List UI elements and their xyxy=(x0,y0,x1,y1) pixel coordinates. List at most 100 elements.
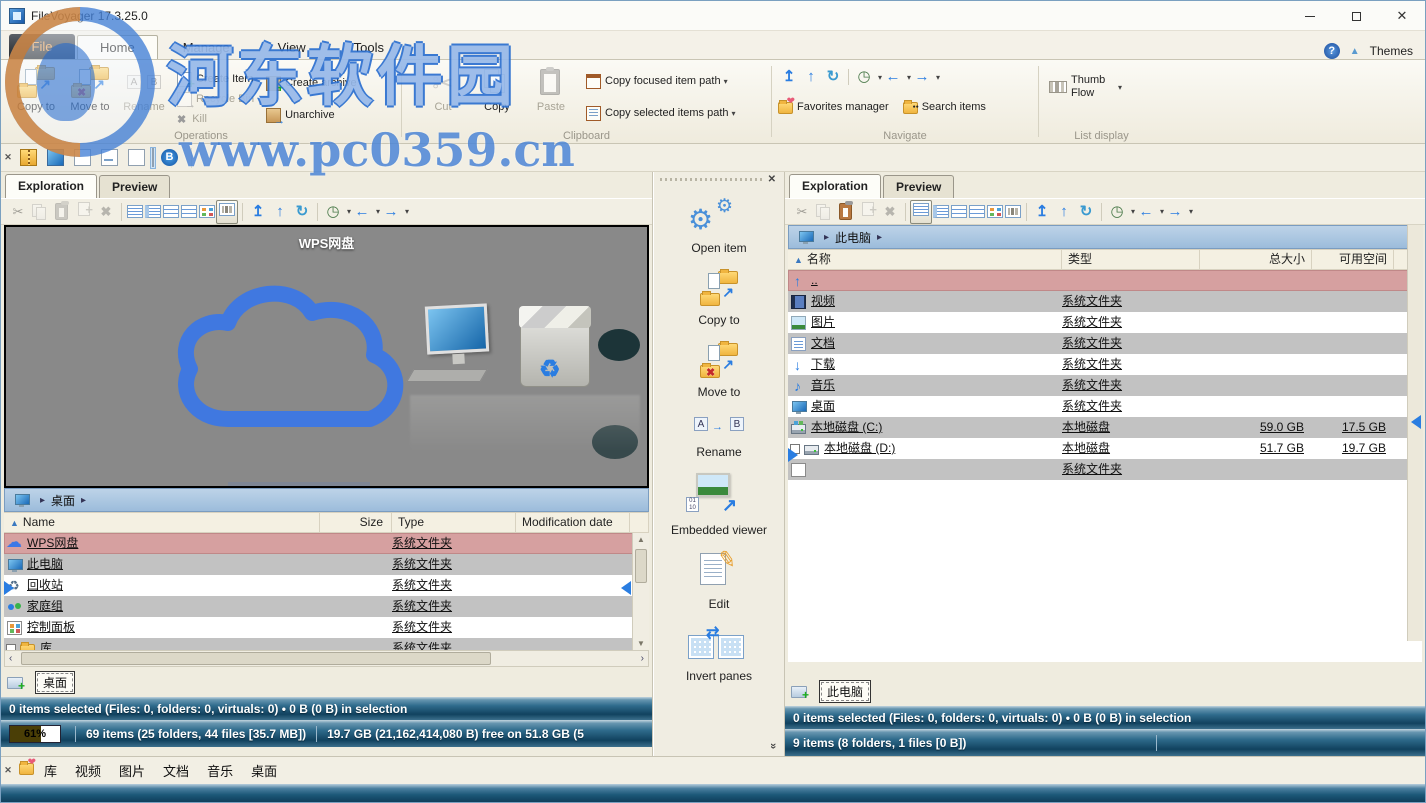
collapse-ribbon-icon[interactable]: ▲ xyxy=(1350,46,1360,57)
cut-button[interactable]: ✂ Cut xyxy=(416,65,470,123)
close-favorites-bar-button[interactable]: ✕ xyxy=(1,765,15,776)
refresh-button[interactable]: ↻ xyxy=(822,67,844,87)
left-breadcrumb[interactable]: ▸ 桌面 ▸ xyxy=(4,488,649,512)
move-to-button-mid[interactable]: ✖↗ Move to xyxy=(654,341,784,399)
right-go-up-button[interactable]: ↑ xyxy=(1053,202,1075,222)
item-name-link[interactable]: 家庭组 xyxy=(27,596,63,617)
left-splitter-arrow-left[interactable] xyxy=(621,581,631,595)
paste-special-icon[interactable] xyxy=(74,202,94,222)
favorite-link-videos[interactable]: 视频 xyxy=(75,761,101,780)
paste-icon[interactable] xyxy=(52,202,72,222)
favorite-link-music[interactable]: 音乐 xyxy=(207,761,233,780)
right-splitter-arrow-right[interactable] xyxy=(788,448,798,462)
item-name-link[interactable]: 本地磁盘 (C:) xyxy=(811,417,882,438)
mail-icon[interactable] xyxy=(101,149,118,166)
item-name-link[interactable]: 本地磁盘 (D:) xyxy=(824,438,895,459)
favorite-link-desktop[interactable]: 桌面 xyxy=(251,761,277,780)
recycle-bin-button[interactable]: Recycle Bin xyxy=(177,89,254,109)
item-name-link[interactable]: 桌面 xyxy=(811,396,835,417)
left-go-top-button[interactable]: ↥ xyxy=(247,202,269,222)
forward-button[interactable]: → xyxy=(911,67,933,87)
column-header-type[interactable]: Type xyxy=(392,513,516,532)
copy-button[interactable]: Copy xyxy=(470,65,524,123)
item-type-link[interactable]: 系统文件夹 xyxy=(1062,312,1122,333)
item-type-link[interactable]: 系统文件夹 xyxy=(1062,354,1122,375)
close-quickbar-button[interactable]: ✕ xyxy=(1,152,15,163)
view-tiles-icon[interactable] xyxy=(199,205,215,218)
table-row[interactable]: 下载 系统文件夹 xyxy=(788,354,1422,375)
tab-view[interactable]: View xyxy=(255,35,329,59)
delete-icon[interactable]: ✖ xyxy=(96,202,116,222)
invert-panes-button[interactable]: ⇄ Invert panes xyxy=(654,625,784,683)
item-type-link[interactable]: 本地磁盘 xyxy=(1062,417,1110,438)
left-back-button[interactable]: ← xyxy=(351,202,373,222)
right-pane-gutter[interactable] xyxy=(1407,225,1423,641)
column-header-free-space[interactable]: 可用空间 xyxy=(1312,250,1394,269)
item-name-link[interactable]: 下载 xyxy=(811,354,835,375)
view-icons-icon[interactable] xyxy=(163,205,179,218)
favorite-link-pictures[interactable]: 图片 xyxy=(119,761,145,780)
left-refresh-button[interactable]: ↻ xyxy=(291,202,313,222)
maximize-button[interactable] xyxy=(1333,1,1379,31)
right-go-top-button[interactable]: ↥ xyxy=(1031,202,1053,222)
help-icon[interactable]: ? xyxy=(1324,43,1340,59)
rename-button[interactable]: AB Rename xyxy=(117,65,171,129)
right-collapse-arrow[interactable] xyxy=(1411,415,1421,429)
item-name-link[interactable]: 回收站 xyxy=(27,575,63,596)
table-row[interactable]: 此电脑系统文件夹 xyxy=(4,554,633,575)
file-menu-button[interactable]: File xyxy=(9,34,75,59)
table-row[interactable]: .. xyxy=(788,270,1422,291)
thumb-flow-button[interactable]: Thumb Flow ▾ xyxy=(1039,77,1164,97)
left-forward-button[interactable]: → xyxy=(380,202,402,222)
column-header-modification-date[interactable]: Modification date xyxy=(516,513,630,532)
item-type-link[interactable]: 本地磁盘 xyxy=(1062,438,1110,459)
table-row[interactable]: 家庭组 系统文件夹 xyxy=(4,596,633,617)
view-small-icons-icon[interactable] xyxy=(181,205,197,218)
table-row[interactable]: 音乐系统文件夹 xyxy=(788,375,1422,396)
copy-icon[interactable] xyxy=(30,202,50,222)
item-type-link[interactable]: 系统文件夹 xyxy=(392,596,452,617)
table-row[interactable]: 视频系统文件夹 xyxy=(788,291,1422,312)
right-breadcrumb[interactable]: ▸ 此电脑 ▸ xyxy=(788,225,1422,249)
right-refresh-button[interactable]: ↻ xyxy=(1075,202,1097,222)
right-tab-exploration[interactable]: Exploration xyxy=(789,174,881,198)
view-thumbflow-pressed[interactable] xyxy=(216,200,238,224)
item-name-link[interactable]: 文档 xyxy=(811,333,835,354)
item-type-link[interactable]: 系统文件夹 xyxy=(392,554,452,575)
unarchive-button[interactable]: Unarchive xyxy=(266,105,357,125)
item-name-link[interactable]: 控制面板 xyxy=(27,617,75,638)
item-total-link[interactable]: 59.0 GB xyxy=(1260,417,1304,438)
view-list-icon[interactable] xyxy=(127,205,143,218)
table-row[interactable]: 图片系统文件夹 xyxy=(788,312,1422,333)
item-type-link[interactable]: 系统文件夹 xyxy=(1062,291,1122,312)
item-total-link[interactable]: 51.7 GB xyxy=(1260,438,1304,459)
scrollbar-thumb[interactable] xyxy=(635,549,647,583)
view-list-pressed[interactable] xyxy=(910,200,932,224)
left-tab-exploration[interactable]: Exploration xyxy=(5,174,97,198)
add-tab-icon[interactable] xyxy=(7,674,25,690)
table-row[interactable]: 桌面系统文件夹 xyxy=(788,396,1422,417)
view-icons-icon[interactable] xyxy=(951,205,967,218)
scroll-down-arrow[interactable]: ▼ xyxy=(633,639,649,648)
table-row[interactable]: WPS网盘系统文件夹 xyxy=(4,533,633,554)
move-to-button[interactable]: ✖↗ Move to xyxy=(63,65,117,129)
go-up-button[interactable]: ↑ xyxy=(800,67,822,87)
column-header-size[interactable]: Size xyxy=(320,513,392,532)
favorite-link-libraries[interactable]: 库 xyxy=(44,761,57,780)
right-forward-button[interactable]: → xyxy=(1164,202,1186,222)
left-horizontal-scrollbar[interactable]: ‹ › xyxy=(4,650,649,667)
view-details-icon[interactable] xyxy=(145,205,161,218)
minimize-button[interactable] xyxy=(1287,1,1333,31)
left-folder-tab[interactable]: 桌面 xyxy=(35,671,75,694)
left-splitter-arrow-right[interactable] xyxy=(4,581,14,595)
copy-to-button-mid[interactable]: ↗ Copy to xyxy=(654,269,784,327)
breadcrumb-segment[interactable]: 此电脑 xyxy=(835,229,871,246)
themes-menu[interactable]: Themes xyxy=(1370,44,1413,58)
left-go-up-button[interactable]: ↑ xyxy=(269,202,291,222)
history-button[interactable]: ◷ xyxy=(853,67,875,87)
close-middle-toolbar-button[interactable]: ✕ xyxy=(768,174,776,185)
item-name-link[interactable]: 库 xyxy=(40,638,52,650)
column-header-name[interactable]: ▲Name xyxy=(4,513,320,532)
left-history-button[interactable]: ◷ xyxy=(322,202,344,222)
table-row[interactable]: 库系统文件夹 xyxy=(4,638,633,650)
